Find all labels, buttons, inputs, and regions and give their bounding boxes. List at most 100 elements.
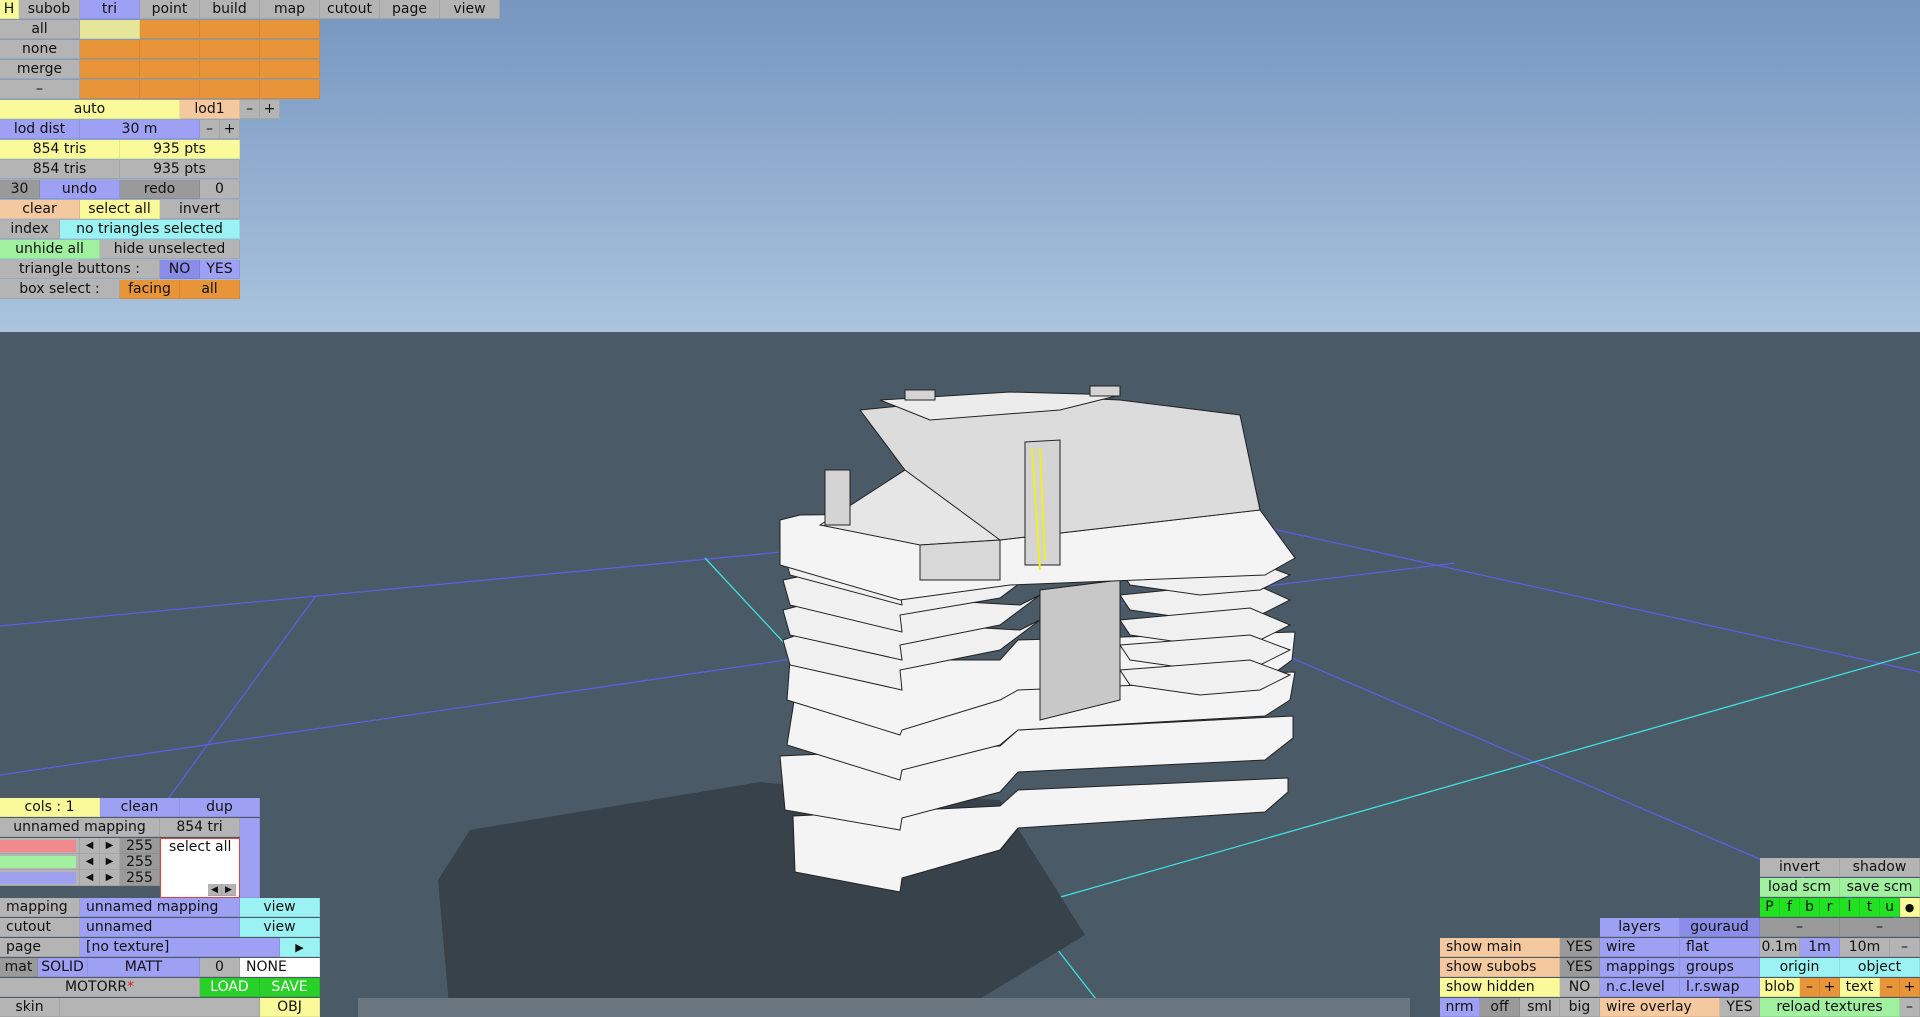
scale-10m[interactable]: 10m [1840, 938, 1890, 957]
origin-button[interactable]: origin [1760, 958, 1840, 977]
channel-right-arrow[interactable]: ▶ [100, 870, 120, 886]
view-preset-b[interactable]: b [1800, 898, 1820, 917]
group-cell[interactable] [140, 40, 200, 59]
groups-button[interactable]: groups [1680, 958, 1760, 977]
lod-dist-minus-button[interactable]: – [200, 120, 220, 139]
show-hidden-toggle[interactable]: NO [1560, 978, 1600, 997]
group-cell[interactable] [80, 80, 140, 99]
invert-button[interactable]: invert [160, 200, 240, 219]
skin-value[interactable] [60, 998, 260, 1017]
undo-button[interactable]: undo [40, 180, 120, 199]
dash-button-2[interactable]: – [1840, 918, 1920, 937]
hide-unselected-button[interactable]: hide unselected [100, 240, 240, 259]
list-right-arrow[interactable]: ▶ [222, 884, 236, 896]
text-minus[interactable]: – [1880, 978, 1900, 997]
flat-button[interactable]: flat [1680, 938, 1760, 957]
group-cell[interactable] [140, 20, 200, 39]
group-cell[interactable] [200, 80, 260, 99]
3d-viewport[interactable] [0, 0, 1920, 1017]
dup-button[interactable]: dup [180, 798, 260, 817]
tab-page[interactable]: page [380, 0, 440, 19]
mapping-panel-scrollbar[interactable] [240, 818, 260, 898]
invert-view-button[interactable]: invert [1760, 858, 1840, 877]
channel-left-arrow[interactable]: ◀ [80, 870, 100, 886]
normals-off[interactable]: off [1480, 998, 1520, 1017]
show-main-label[interactable]: show main [1440, 938, 1560, 957]
group-cell[interactable] [260, 80, 320, 99]
select-all-row[interactable]: all [0, 20, 80, 39]
save-scm-button[interactable]: save scm [1840, 878, 1920, 897]
box-select-all[interactable]: all [180, 280, 240, 299]
blob-plus[interactable]: + [1820, 978, 1840, 997]
mat-solid-button[interactable]: SOLID [38, 958, 88, 977]
show-main-toggle[interactable]: YES [1560, 938, 1600, 957]
view-preset-p[interactable]: P [1760, 898, 1780, 917]
group-cell[interactable] [80, 40, 140, 59]
lr-swap-button[interactable]: l.r.swap [1680, 978, 1760, 997]
cutout-view-button[interactable]: view [240, 918, 320, 937]
lod-auto-button[interactable]: auto [0, 100, 180, 119]
object-button[interactable]: object [1840, 958, 1920, 977]
tab-cutout[interactable]: cutout [320, 0, 380, 19]
wire-button[interactable]: wire [1600, 938, 1680, 957]
unhide-all-button[interactable]: unhide all [0, 240, 100, 259]
tab-point[interactable]: point [140, 0, 200, 19]
view-preset-u[interactable]: u [1880, 898, 1900, 917]
layers-button[interactable]: layers [1600, 918, 1680, 937]
tab-tri[interactable]: tri [80, 0, 140, 19]
obj-button[interactable]: OBJ [260, 998, 320, 1017]
material-name[interactable]: MOTORR* [0, 978, 200, 997]
triangle-buttons-no[interactable]: NO [160, 260, 200, 279]
color-channel-red[interactable] [0, 838, 80, 854]
view-preset-dot[interactable]: ● [1900, 898, 1920, 917]
group-cell[interactable] [260, 20, 320, 39]
nc-level-button[interactable]: n.c.level [1600, 978, 1680, 997]
clear-button[interactable]: clear [0, 200, 80, 219]
group-cell[interactable] [140, 60, 200, 79]
scale-minus[interactable]: – [1890, 938, 1920, 957]
mat-matt-button[interactable]: MATT [88, 958, 200, 977]
normals-nrm[interactable]: nrm [1440, 998, 1480, 1017]
group-cell[interactable] [200, 60, 260, 79]
lod-level-button[interactable]: lod1 [180, 100, 240, 119]
cols-button[interactable]: cols : 1 [0, 798, 100, 817]
lod-minus-button[interactable]: – [240, 100, 260, 119]
load-button[interactable]: LOAD [200, 978, 260, 997]
group-cell[interactable] [200, 20, 260, 39]
page-value[interactable]: [no texture] [80, 938, 280, 957]
channel-right-arrow[interactable]: ▶ [100, 854, 120, 870]
mat-none-field[interactable]: NONE [240, 958, 320, 977]
show-hidden-label[interactable]: show hidden [1440, 978, 1560, 997]
redo-button[interactable]: redo [120, 180, 200, 199]
select-none-row[interactable]: none [0, 40, 80, 59]
reload-textures-button[interactable]: reload textures [1760, 998, 1900, 1017]
channel-right-arrow[interactable]: ▶ [100, 838, 120, 854]
select-all-button[interactable]: select all [80, 200, 160, 219]
wire-overlay-toggle[interactable]: YES [1720, 998, 1760, 1017]
lod-plus-button[interactable]: + [260, 100, 280, 119]
shadow-button[interactable]: shadow [1840, 858, 1920, 877]
scale-01m[interactable]: 0.1m [1760, 938, 1800, 957]
normals-big[interactable]: big [1560, 998, 1600, 1017]
mapping-value[interactable]: unnamed mapping [80, 898, 240, 917]
show-subobs-label[interactable]: show subobs [1440, 958, 1560, 977]
save-button[interactable]: SAVE [260, 978, 320, 997]
group-cell[interactable] [200, 40, 260, 59]
group-cell[interactable] [260, 60, 320, 79]
text-button[interactable]: text [1840, 978, 1880, 997]
cutout-value[interactable]: unnamed [80, 918, 240, 937]
scale-1m[interactable]: 1m [1800, 938, 1840, 957]
select-merge-row[interactable]: merge [0, 60, 80, 79]
view-preset-f[interactable]: f [1780, 898, 1800, 917]
color-channel-blue[interactable] [0, 870, 80, 886]
tab-map[interactable]: map [260, 0, 320, 19]
channel-left-arrow[interactable]: ◀ [80, 854, 100, 870]
blob-button[interactable]: blob [1760, 978, 1800, 997]
wire-overlay-label[interactable]: wire overlay [1600, 998, 1720, 1017]
group-cell[interactable] [80, 60, 140, 79]
normals-sml[interactable]: sml [1520, 998, 1560, 1017]
gouraud-button[interactable]: gouraud [1680, 918, 1760, 937]
channel-left-arrow[interactable]: ◀ [80, 838, 100, 854]
list-left-arrow[interactable]: ◀ [208, 884, 222, 896]
clean-button[interactable]: clean [100, 798, 180, 817]
